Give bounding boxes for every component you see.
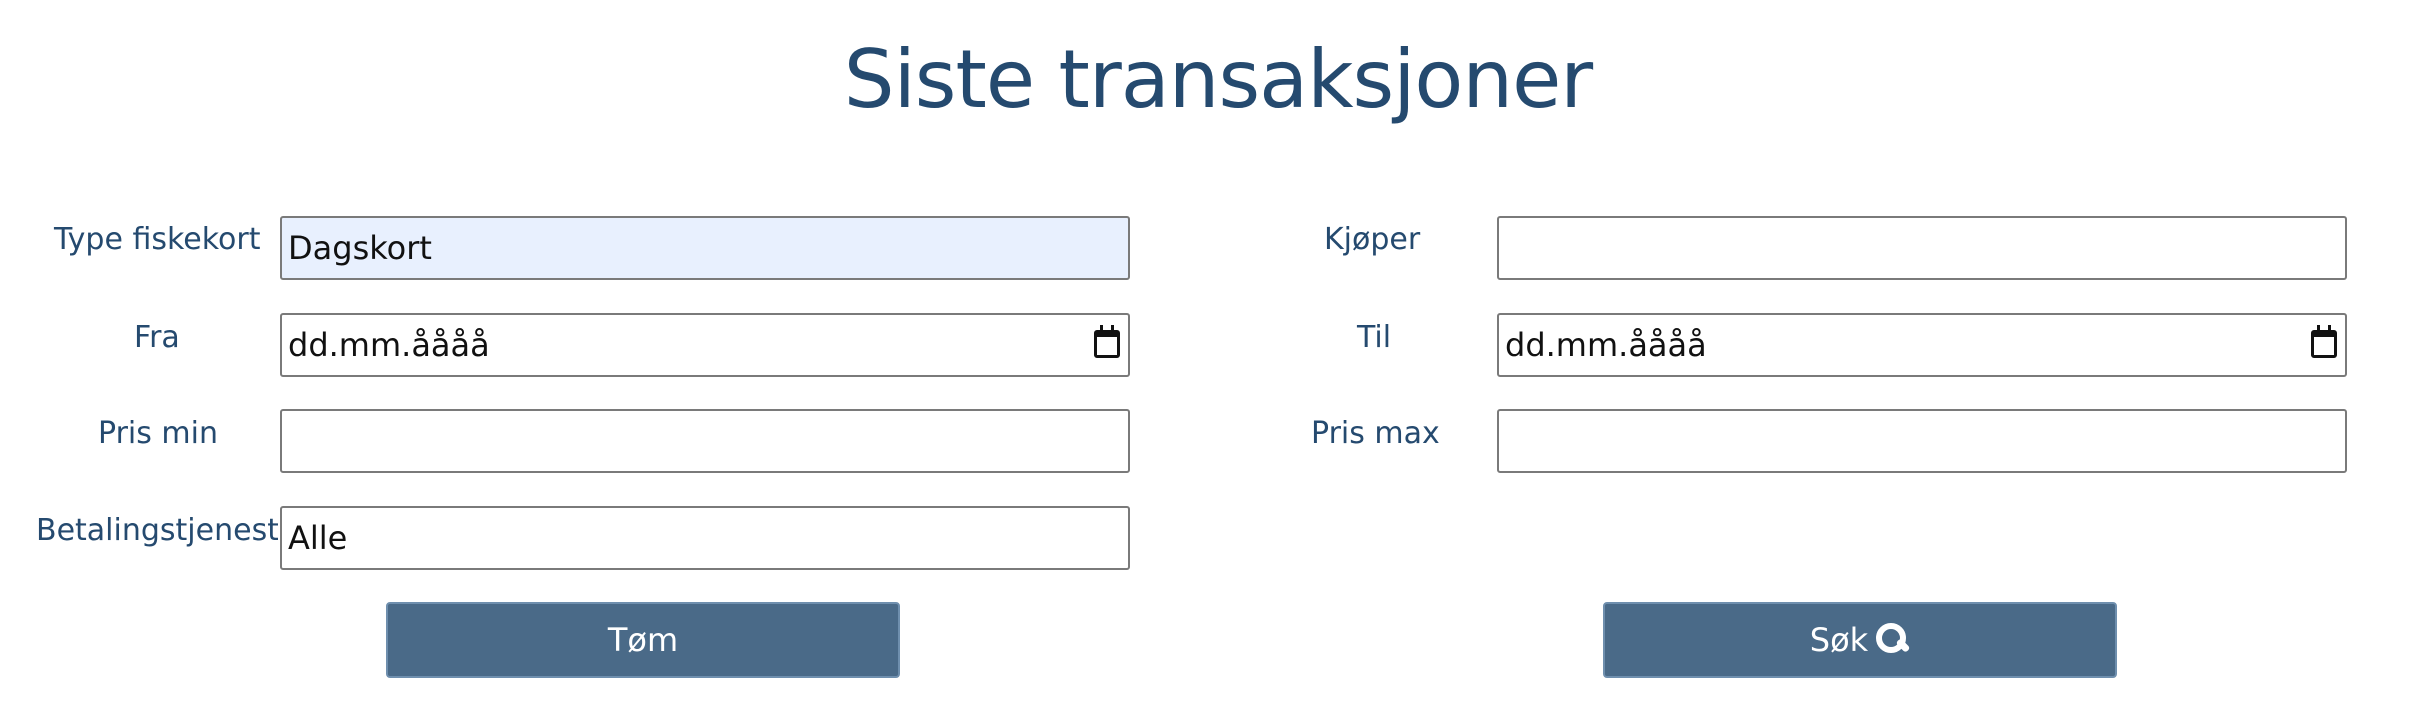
- clear-button[interactable]: Tøm: [386, 602, 900, 678]
- from-date-value: dd.mm.åååå: [288, 326, 490, 364]
- search-button-label: Søk: [1809, 621, 1869, 659]
- search-icon: [1876, 623, 1911, 657]
- from-date-input[interactable]: dd.mm.åååå: [280, 313, 1130, 377]
- price-min-label: Pris min: [98, 416, 218, 451]
- payment-select[interactable]: Alle: [280, 506, 1130, 570]
- type-value: Dagskort: [288, 229, 432, 267]
- buyer-label: Kjøper: [1324, 222, 1421, 257]
- to-label: Til: [1357, 320, 1392, 355]
- price-min-input[interactable]: [280, 409, 1130, 473]
- price-max-input[interactable]: [1497, 409, 2347, 473]
- clear-button-label: Tøm: [607, 621, 679, 659]
- payment-value: Alle: [288, 519, 348, 557]
- calendar-icon[interactable]: [1094, 325, 1120, 358]
- type-label: Type fiskekort: [54, 222, 261, 257]
- buyer-input[interactable]: [1497, 216, 2347, 280]
- to-date-input[interactable]: dd.mm.åååå: [1497, 313, 2347, 377]
- type-select[interactable]: Dagskort: [280, 216, 1130, 280]
- from-label: Fra: [134, 320, 180, 355]
- to-date-value: dd.mm.åååå: [1505, 326, 1707, 364]
- payment-label: Betalingstjeneste: [36, 513, 278, 548]
- price-max-label: Pris max: [1311, 416, 1440, 451]
- page-title: Siste transaksjoner: [843, 33, 1593, 126]
- calendar-icon[interactable]: [2311, 325, 2337, 358]
- search-button[interactable]: Søk: [1603, 602, 2117, 678]
